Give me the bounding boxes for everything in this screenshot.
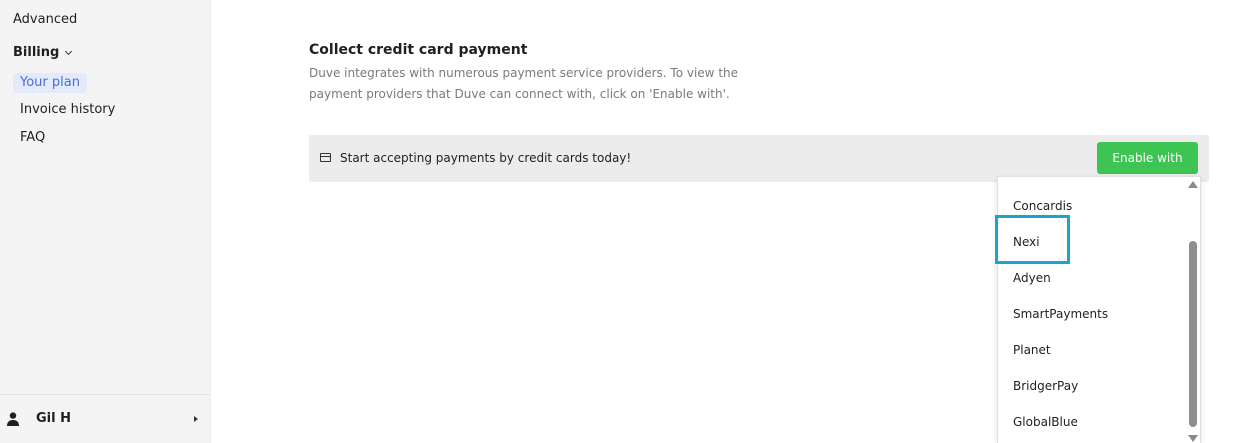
dropdown-option-adyen[interactable]: Adyen (1013, 269, 1051, 287)
user-name: Gil H (36, 411, 71, 426)
user-icon (7, 412, 19, 426)
sidebar-item-billing-label: Billing (13, 45, 60, 60)
chevron-down-icon (65, 47, 73, 56)
sidebar-item-advanced-label: Advanced (13, 12, 78, 27)
dropdown-option-smartpayments[interactable]: SmartPayments (1013, 305, 1108, 323)
main-content: Collect credit card payment Duve integra… (212, 0, 1249, 443)
payment-provider-dropdown: Concardis Nexi Adyen SmartPayments Plane… (997, 176, 1201, 443)
section-description: Duve integrates with numerous payment se… (309, 66, 739, 101)
sidebar-item-billing[interactable]: Billing (13, 44, 73, 62)
user-menu[interactable]: Gil H (0, 394, 211, 443)
sidebar-item-advanced[interactable]: Advanced (13, 11, 77, 29)
payment-banner: Start accepting payments by credit cards… (309, 135, 1209, 182)
dropdown-option-globalblue[interactable]: GlobalBlue (1013, 413, 1078, 431)
caret-right-icon[interactable] (194, 416, 198, 422)
sidebar-item-label: Your plan (20, 75, 80, 90)
sidebar-item-faq[interactable]: FAQ (13, 128, 52, 148)
dropdown-option-nexi[interactable]: Nexi (1013, 233, 1040, 251)
sidebar-item-label: Invoice history (20, 102, 116, 117)
scroll-thumb[interactable] (1189, 241, 1197, 427)
sidebar: Advanced Billing Your plan Invoice histo… (0, 0, 211, 443)
dropdown-option-bridgerpay[interactable]: BridgerPay (1013, 377, 1078, 395)
section-title: Collect credit card payment (309, 42, 528, 58)
dropdown-scrollbar[interactable] (1188, 178, 1198, 443)
sidebar-item-invoice-history[interactable]: Invoice history (13, 100, 122, 120)
dropdown-option-concardis[interactable]: Concardis (1013, 197, 1072, 215)
banner-text: Start accepting payments by credit cards… (340, 151, 632, 165)
sidebar-item-your-plan[interactable]: Your plan (13, 73, 87, 93)
enable-with-button[interactable]: Enable with (1097, 142, 1198, 174)
scroll-up-arrow-icon[interactable] (1188, 181, 1198, 188)
sidebar-item-label: FAQ (20, 130, 46, 145)
credit-card-icon (320, 153, 331, 162)
scroll-down-arrow-icon[interactable] (1188, 435, 1198, 442)
dropdown-option-planet[interactable]: Planet (1013, 341, 1051, 359)
